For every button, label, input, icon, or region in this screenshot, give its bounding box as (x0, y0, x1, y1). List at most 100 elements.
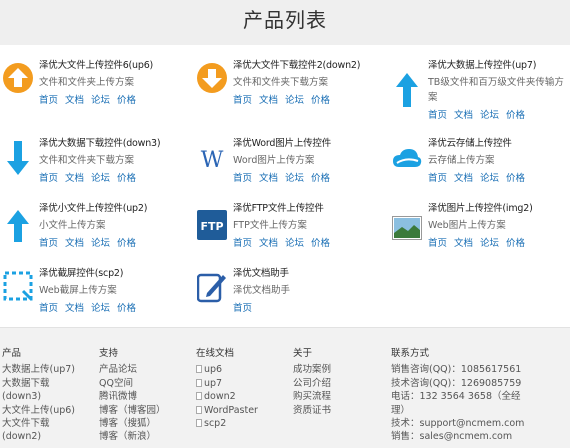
footer-link[interactable]: 购买流程 (293, 390, 331, 403)
product-title[interactable]: 泽优大文件上传控件6(up6) (39, 59, 187, 73)
product-title[interactable]: 泽优大文件下载控件2(down2) (233, 59, 381, 73)
footer-link[interactable]: 大数据上传(up7) (2, 363, 75, 376)
link-forum[interactable]: 论坛 (91, 95, 110, 106)
product-title[interactable]: 泽优文档助手 (233, 267, 381, 281)
word-w-icon[interactable]: W (196, 147, 228, 187)
link-docs[interactable]: 文档 (454, 238, 473, 249)
product-links: 首页 文档 论坛 价格 (39, 94, 187, 108)
product-links: 首页 文档 论坛 价格 (39, 172, 187, 186)
footer-link[interactable]: QQ空间 (99, 377, 166, 390)
footer-link[interactable]: 大文件下载 (2, 417, 75, 430)
product-title[interactable]: 泽优截屏控件(scp2) (39, 267, 187, 281)
footer-col-products: 产品 大数据上传(up7) 大数据下载 (down3) 大文件上传(up6) 大… (2, 347, 75, 444)
footer-link[interactable]: 大数据下载 (2, 377, 75, 390)
footer-link[interactable]: 产品论坛 (99, 363, 166, 376)
link-docs[interactable]: 文档 (259, 95, 278, 106)
product-card-down3: 泽优大数据下载控件(down3) 文件和文件夹下载方案 首页 文档 论坛 价格 (2, 137, 182, 207)
link-forum[interactable]: 论坛 (480, 238, 499, 249)
product-desc: TB级文件和百万级文件夹传输方案 (428, 77, 564, 103)
product-title[interactable]: 泽优云存储上传控件 (428, 137, 570, 151)
link-home[interactable]: 首页 (233, 303, 252, 314)
product-desc: Web图片上传方案 (428, 220, 506, 231)
footer-link[interactable]: 博客（博客园） (99, 404, 166, 417)
footer-link-label: scp2 (204, 418, 227, 430)
link-price[interactable]: 价格 (117, 303, 136, 314)
site-footer: 产品 大数据上传(up7) 大数据下载 (down3) 大文件上传(up6) 大… (0, 327, 570, 448)
link-home[interactable]: 首页 (428, 238, 447, 249)
link-docs[interactable]: 文档 (65, 238, 84, 249)
footer-link[interactable]: (down2) (2, 430, 75, 443)
blue-up-arrow-icon[interactable] (2, 210, 34, 250)
contact-tech-email[interactable]: 技术：support@ncmem.com (391, 417, 524, 430)
link-forum[interactable]: 论坛 (285, 95, 304, 106)
footer-doc-link[interactable]: WordPaster (196, 404, 258, 417)
product-grid: 泽优大文件上传控件6(up6) 文件和文件夹上传方案 首页 文档 论坛 价格 泽优大文… (0, 45, 570, 327)
link-docs[interactable]: 文档 (259, 238, 278, 249)
link-price[interactable]: 价格 (311, 95, 330, 106)
link-home[interactable]: 首页 (233, 173, 252, 184)
link-price[interactable]: 价格 (311, 173, 330, 184)
footer-link[interactable]: 资质证书 (293, 404, 331, 417)
cloud-icon[interactable] (391, 147, 423, 187)
link-docs[interactable]: 文档 (259, 173, 278, 184)
footer-col-contact: 联系方式 销售咨询(QQ)：1085617561 技术咨询(QQ)：126908… (391, 347, 524, 444)
link-forum[interactable]: 论坛 (285, 238, 304, 249)
product-title[interactable]: 泽优大数据上传控件(up7) (428, 59, 570, 73)
blue-up-arrow-icon[interactable] (391, 73, 423, 113)
link-home[interactable]: 首页 (233, 95, 252, 106)
orange-up-arrow-icon[interactable] (2, 63, 34, 103)
contact-sales-email[interactable]: 销售：sales@ncmem.com (391, 430, 524, 443)
footer-link[interactable]: 博客（搜狐） (99, 417, 166, 430)
link-home[interactable]: 首页 (39, 95, 58, 106)
link-home[interactable]: 首页 (39, 173, 58, 184)
footer-link[interactable]: 腾讯微博 (99, 390, 166, 403)
blue-down-arrow-icon[interactable] (2, 141, 34, 181)
ftp-icon[interactable]: FTP (196, 210, 228, 250)
link-home[interactable]: 首页 (428, 173, 447, 184)
link-docs[interactable]: 文档 (454, 173, 473, 184)
footer-doc-link[interactable]: up6 (196, 363, 258, 376)
link-docs[interactable]: 文档 (454, 110, 473, 121)
pen-document-icon[interactable] (196, 271, 228, 311)
footer-link[interactable]: (down3) (2, 390, 75, 403)
product-desc: 文件和文件夹下载方案 (233, 77, 329, 88)
link-price[interactable]: 价格 (311, 238, 330, 249)
footer-doc-link[interactable]: scp2 (196, 417, 258, 430)
link-forum[interactable]: 论坛 (91, 303, 110, 314)
product-desc: 文件和文件夹上传方案 (39, 77, 135, 88)
footer-doc-link[interactable]: up7 (196, 377, 258, 390)
footer-doc-link[interactable]: down2 (196, 390, 258, 403)
link-docs[interactable]: 文档 (65, 303, 84, 314)
footer-link[interactable]: 博客（新浪） (99, 430, 166, 443)
link-price[interactable]: 价格 (506, 238, 525, 249)
product-title[interactable]: 泽优FTP文件上传控件 (233, 202, 381, 216)
link-forum[interactable]: 论坛 (480, 110, 499, 121)
footer-link[interactable]: 成功案例 (293, 363, 331, 376)
landscape-image-icon[interactable] (391, 216, 423, 256)
link-forum[interactable]: 论坛 (91, 238, 110, 249)
product-links: 首页 文档 论坛 价格 (428, 172, 570, 186)
link-home[interactable]: 首页 (428, 110, 447, 121)
orange-down-arrow-icon[interactable] (196, 63, 228, 103)
footer-link[interactable]: 公司介绍 (293, 377, 331, 390)
link-home[interactable]: 首页 (39, 303, 58, 314)
screen-capture-icon[interactable] (2, 271, 34, 311)
product-title[interactable]: 泽优图片上传控件(img2) (428, 202, 570, 216)
link-price[interactable]: 价格 (117, 95, 136, 106)
product-title[interactable]: 泽优大数据下载控件(down3) (39, 137, 187, 151)
link-home[interactable]: 首页 (39, 238, 58, 249)
link-forum[interactable]: 论坛 (91, 173, 110, 184)
product-title[interactable]: 泽优Word图片上传控件 (233, 137, 381, 151)
link-docs[interactable]: 文档 (65, 95, 84, 106)
footer-heading: 支持 (99, 348, 119, 359)
link-forum[interactable]: 论坛 (285, 173, 304, 184)
link-price[interactable]: 价格 (117, 173, 136, 184)
link-forum[interactable]: 论坛 (480, 173, 499, 184)
link-docs[interactable]: 文档 (65, 173, 84, 184)
product-title[interactable]: 泽优小文件上传控件(up2) (39, 202, 187, 216)
link-price[interactable]: 价格 (506, 173, 525, 184)
link-home[interactable]: 首页 (233, 238, 252, 249)
footer-link[interactable]: 大文件上传(up6) (2, 404, 75, 417)
link-price[interactable]: 价格 (117, 238, 136, 249)
link-price[interactable]: 价格 (506, 110, 525, 121)
